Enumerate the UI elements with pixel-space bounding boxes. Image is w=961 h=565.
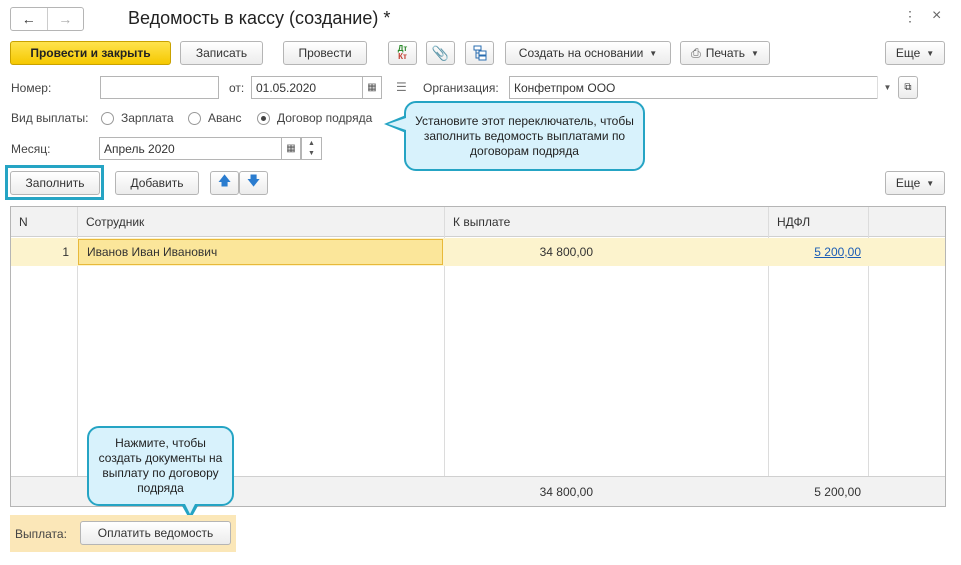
post-and-close-button[interactable]: Провести и закрыть (10, 41, 171, 65)
column-header-employee[interactable]: Сотрудник (78, 207, 445, 236)
footer-payout-total: 34 800,00 (539, 484, 593, 499)
month-label: Месяц: (11, 142, 51, 156)
chevron-down-icon: ▼ (751, 48, 759, 58)
pay-statement-button[interactable]: Оплатить ведомость (80, 521, 231, 545)
close-icon[interactable]: × (932, 7, 941, 25)
row-ndfl-link[interactable]: 5 200,00 (769, 238, 869, 266)
month-calendar-button[interactable]: ▦ (281, 137, 301, 160)
number-input[interactable] (100, 76, 219, 99)
row-number: 1 (62, 245, 69, 259)
chevron-down-icon: ▼ (926, 178, 935, 188)
footer-ndfl-total: 5 200,00 (814, 484, 861, 499)
month-input[interactable]: Апрель 2020 ▦ ▲ ▼ (99, 137, 322, 160)
column-header-n[interactable]: N (11, 207, 77, 236)
attach-button[interactable]: 📎 (426, 41, 455, 65)
payment-label: Выплата: (15, 527, 67, 541)
forward-button[interactable]: → (48, 8, 84, 30)
back-button[interactable]: ← (11, 8, 48, 30)
paperclip-icon: 📎 (431, 44, 450, 61)
row-employee[interactable]: Иванов Иван Иванович (78, 239, 443, 265)
calendar-button[interactable]: ▦ (362, 76, 382, 99)
hierarchy-icon (473, 45, 486, 61)
month-value: Апрель 2020 (104, 141, 175, 156)
radio-advance-label[interactable]: Аванс (208, 111, 242, 125)
organization-value: Конфетпром ООО (514, 80, 616, 95)
column-header-payout[interactable]: К выплате (445, 207, 769, 236)
post-button[interactable]: Провести (283, 41, 367, 65)
open-window-icon: ⧉ (904, 82, 912, 93)
arrow-right-icon: → (58, 11, 73, 27)
table-row[interactable]: 1 Иванов Иван Иванович 34 800,00 5 200,0… (11, 238, 945, 266)
print-label: Печать (705, 46, 745, 60)
hint-callout-top: Установите этот переключатель, чтобы зап… (404, 101, 645, 171)
chevron-down-icon: ▼ (883, 83, 892, 92)
fill-button[interactable]: Заполнить (10, 171, 100, 195)
date-label: от: (229, 81, 245, 95)
organization-label: Организация: (423, 81, 499, 95)
organization-input[interactable]: Конфетпром ООО ▼ (509, 76, 897, 99)
date-input[interactable]: 01.05.2020 ▦ (251, 76, 382, 99)
chevron-down-icon: ▼ (649, 48, 658, 58)
move-up-button[interactable]: 🡅 (210, 171, 239, 195)
add-button[interactable]: Добавить (115, 171, 199, 195)
radio-advance[interactable] (188, 112, 201, 125)
arrow-down-icon: 🡇 (246, 173, 261, 188)
more-button[interactable]: Еще ▼ (885, 41, 945, 65)
arrow-up-icon: 🡅 (217, 173, 232, 188)
dt-kt-icon: Дт Кт (397, 44, 408, 61)
radio-contract[interactable] (257, 112, 270, 125)
organization-open-button[interactable]: ⧉ (898, 76, 918, 99)
comment-icon[interactable]: ☰ (396, 80, 407, 94)
more-actions-icon[interactable]: ⋮ (903, 8, 917, 25)
column-header-ndfl[interactable]: НДФЛ (769, 207, 869, 236)
page-title: Ведомость в кассу (создание) * (128, 8, 391, 28)
arrow-left-icon: ← (21, 11, 36, 27)
printer-icon: ⎙ (691, 45, 701, 60)
create-based-on-label: Создать на основании (518, 46, 644, 60)
row-payout: 34 800,00 (539, 245, 593, 259)
callout-pointer-fill (184, 502, 196, 514)
spin-up-icon[interactable]: ▲ (308, 140, 315, 147)
create-based-on-button[interactable]: Создать на основании ▼ (505, 41, 671, 65)
spin-down-icon[interactable]: ▼ (308, 150, 315, 157)
organization-dropdown-button[interactable]: ▼ (877, 76, 897, 99)
chevron-down-icon: ▼ (926, 48, 935, 58)
payment-type-label: Вид выплаты: (11, 111, 89, 125)
radio-salary[interactable] (101, 112, 114, 125)
calendar-icon: ▦ (367, 82, 377, 93)
nav-group: ← → (10, 7, 84, 31)
table-more-label: Еще (895, 176, 921, 190)
dt-kt-button[interactable]: Дт Кт (388, 41, 417, 65)
save-button[interactable]: Записать (180, 41, 263, 65)
move-down-button[interactable]: 🡇 (239, 171, 268, 195)
radio-contract-label[interactable]: Договор подряда (277, 111, 372, 125)
structure-button[interactable] (465, 41, 494, 65)
month-spinner[interactable]: ▲ ▼ (301, 137, 322, 160)
print-button[interactable]: ⎙ Печать ▼ (680, 41, 770, 65)
callout-pointer-fill (388, 118, 406, 130)
calendar-icon: ▦ (286, 143, 296, 154)
number-label: Номер: (11, 81, 52, 95)
more-label: Еще (895, 46, 921, 60)
date-value: 01.05.2020 (256, 80, 317, 95)
hint-callout-bottom: Нажмите, чтобы создать документы на выпл… (87, 426, 234, 506)
radio-salary-label[interactable]: Зарплата (121, 111, 174, 125)
table-header: N Сотрудник К выплате НДФЛ (11, 207, 945, 237)
table-more-button[interactable]: Еще ▼ (885, 171, 945, 195)
